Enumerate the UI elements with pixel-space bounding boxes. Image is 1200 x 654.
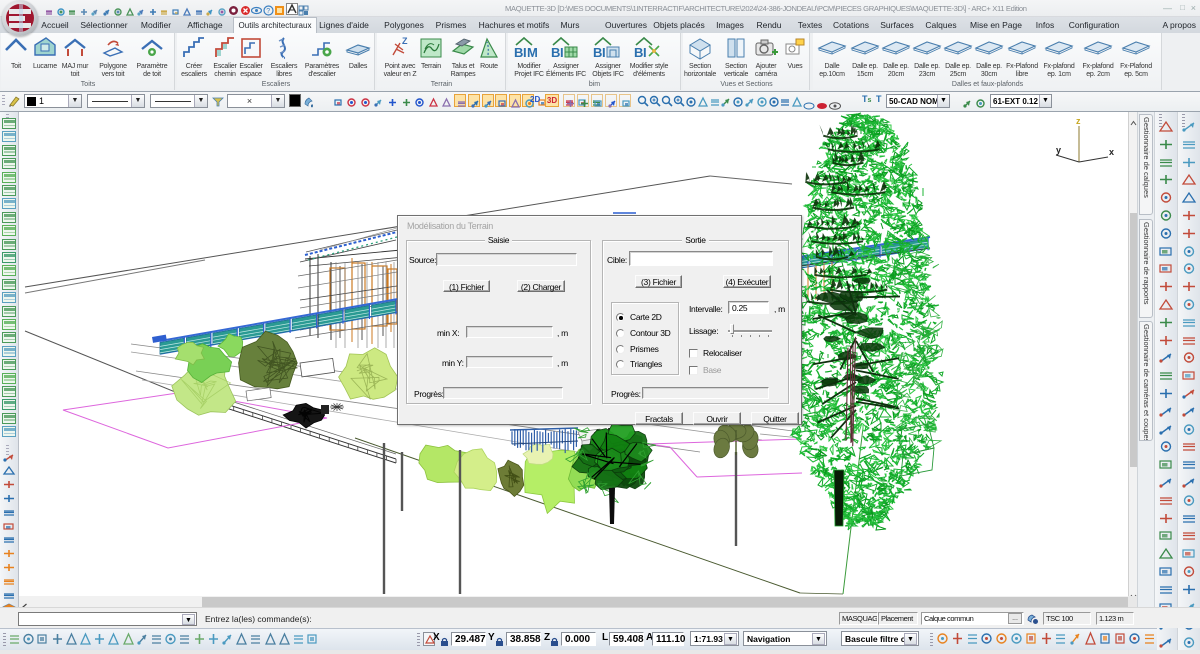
svg-text:z: z (1076, 116, 1081, 126)
svg-text:I: I (560, 45, 564, 60)
svg-text:?: ? (266, 8, 270, 15)
svg-text:x: x (1109, 147, 1114, 157)
svg-text:y: y (1056, 145, 1061, 155)
svg-text:I: I (602, 45, 606, 60)
svg-text:B: B (593, 45, 602, 60)
svg-text:B: B (551, 45, 560, 60)
svg-text:B: B (634, 45, 643, 60)
svg-text:B: B (514, 45, 523, 60)
svg-text:Z: Z (402, 36, 408, 46)
svg-text:I: I (643, 45, 647, 60)
svg-text:M: M (527, 45, 538, 60)
